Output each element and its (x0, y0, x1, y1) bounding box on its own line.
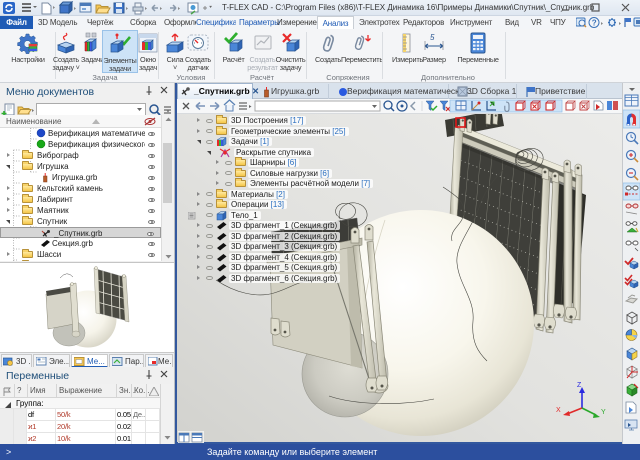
svg-text:Y: Y (601, 409, 606, 416)
svg-text:Z: Z (577, 382, 582, 389)
svg-text:5: 5 (430, 33, 435, 42)
svg-text:?: ? (592, 19, 597, 28)
svg-text:X: X (556, 407, 561, 414)
